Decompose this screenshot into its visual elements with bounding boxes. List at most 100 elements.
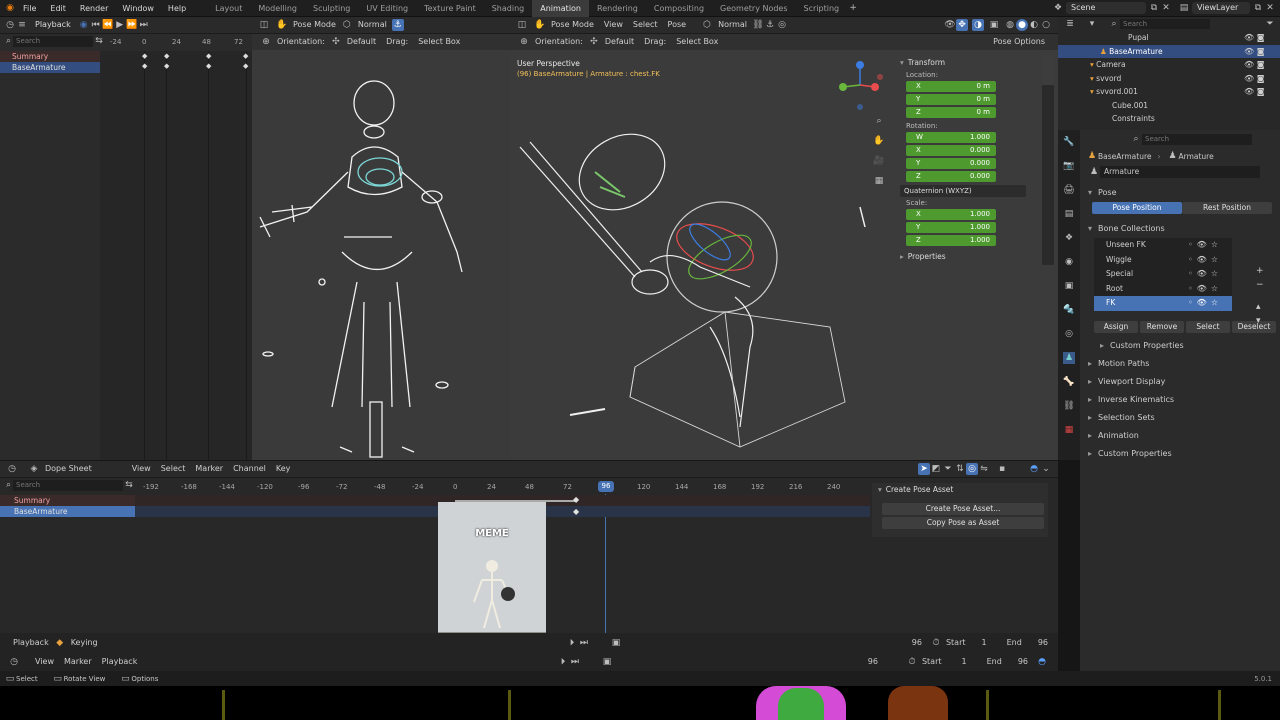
shading-selector[interactable]: Normal (353, 17, 392, 33)
current-frame-field[interactable]: 96 (882, 638, 922, 647)
sync-icon[interactable]: ▣ (610, 637, 622, 649)
play-icon[interactable]: ⏵ (566, 637, 578, 649)
scale-z[interactable]: Z 1.000 (906, 235, 996, 246)
keyframe-diamond[interactable]: ◆ (164, 62, 169, 70)
menu-toggle-icon[interactable]: ≡ (16, 19, 28, 31)
keyframe-diamond[interactable]: ◆ (573, 495, 579, 504)
ds-menu-channel[interactable]: Channel (228, 461, 271, 477)
collection-visibility-icons[interactable]: ◦👁☆ (1188, 267, 1222, 282)
outliner-row[interactable]: Cube.001 (1058, 99, 1280, 113)
collection-item-selected[interactable]: FK ◦👁☆ (1094, 296, 1232, 311)
start-field[interactable]: 1 (962, 657, 967, 666)
output-tab-icon[interactable]: 🖨 (1063, 184, 1075, 196)
bone-tab-icon[interactable]: 🦴 (1063, 376, 1075, 388)
keyframe-diamond[interactable]: ◆ (206, 52, 211, 60)
drag-select[interactable]: Select Box (413, 34, 465, 50)
custom-properties-subsection[interactable]: ▸ Custom Properties (1080, 337, 1280, 355)
create-pose-asset-button[interactable]: Create Pose Asset... (882, 503, 1044, 515)
motion-paths-section[interactable]: ▸ Motion Paths (1080, 355, 1280, 373)
tool-tab-icon[interactable]: 🔧 (1063, 136, 1075, 148)
tab-modelling[interactable]: Modelling (250, 0, 305, 17)
tab-animation[interactable]: Animation (532, 0, 590, 17)
ds-menu-marker[interactable]: Marker (190, 461, 228, 477)
eye-icon[interactable]: 👁 ◙ (1244, 72, 1264, 86)
snap-icon[interactable]: ⚓ (391, 19, 404, 31)
visibility-icon[interactable]: 👁 (944, 19, 956, 31)
tab-layout[interactable]: Layout (207, 0, 250, 17)
play-icon[interactable]: ▶ (114, 19, 126, 31)
editor-type-icon[interactable]: ◷ (8, 656, 20, 668)
collection-item[interactable]: Wiggle ◦👁☆ (1094, 253, 1232, 268)
start-field[interactable]: 1 (982, 638, 987, 647)
snap-icon[interactable]: ⚓ (764, 19, 776, 31)
prev-key-icon[interactable]: ⏪ (102, 19, 114, 31)
collection-visibility-icons[interactable]: ◦👁☆ (1188, 253, 1222, 268)
eye-icon[interactable]: 👁 ◙ (1244, 45, 1264, 59)
proportional-icon[interactable]: ◎ (966, 463, 978, 475)
ds-search-input[interactable]: Search (13, 479, 123, 491)
keyframe-diamond[interactable]: ◆ (142, 52, 147, 60)
menu-view[interactable]: View (599, 17, 628, 33)
stopwatch-icon[interactable]: ⏱ (906, 656, 918, 668)
stopwatch-icon[interactable]: ⏱ (930, 637, 942, 649)
properties-search-input[interactable]: Search (1142, 133, 1252, 145)
add-workspace-icon[interactable]: + (847, 2, 859, 14)
animation-section[interactable]: ▸ Animation (1080, 427, 1280, 445)
front-viewport[interactable]: ◫ ✋ Pose Mode ⬡ Normal ⚓ ⊕ Orientation: … (252, 17, 510, 460)
outliner-row[interactable]: Constraints (1058, 112, 1280, 126)
dope-sheet-mode[interactable]: Dope Sheet (40, 461, 97, 477)
copy-icon[interactable]: ⧉ (1148, 2, 1160, 14)
editor-type-icon[interactable]: ◷ (4, 19, 16, 31)
collection-item[interactable]: Unseen FK ◦👁☆ (1094, 238, 1232, 253)
jump-end-icon[interactable]: ⏭ (138, 19, 150, 31)
keyframe-diamond[interactable]: ◆ (142, 62, 147, 70)
channel-basearmature[interactable]: BaseArmature (0, 62, 100, 73)
link-icon[interactable]: ⛓ (752, 19, 764, 31)
channel-summary[interactable]: Summary (0, 51, 100, 62)
end-field[interactable]: 96 (1038, 638, 1048, 647)
tab-uv-editing[interactable]: UV Editing (358, 0, 416, 17)
rotation-y[interactable]: Y 0.000 (906, 158, 996, 169)
view-layer-tab-icon[interactable]: ▤ (1063, 208, 1075, 220)
rest-position-button[interactable]: Rest Position (1182, 202, 1272, 214)
navigation-gizmo[interactable] (835, 57, 885, 113)
breadcrumb-data[interactable]: Armature (1178, 152, 1213, 161)
location-y[interactable]: Y0 m (906, 94, 996, 105)
physics-tab-icon[interactable]: ◎ (1063, 328, 1075, 340)
ds-channel-summary[interactable]: Summary (0, 495, 135, 506)
filter-icon[interactable]: ⏷ (942, 463, 954, 475)
editor-type-icon[interactable]: ◷ (6, 463, 18, 475)
ds-channel-basearmature[interactable]: BaseArmature (0, 506, 135, 517)
solid-shading-icon[interactable]: ● (1016, 19, 1028, 31)
rotation-w[interactable]: W 1.000 (906, 132, 996, 143)
blender-logo-icon[interactable]: ◉ (4, 2, 16, 14)
drag-select[interactable]: Select Box (671, 34, 723, 50)
menu-pose[interactable]: Pose (663, 17, 692, 33)
proportional-icon[interactable]: ◎ (776, 19, 788, 31)
keyframe-diamond[interactable]: ◆ (573, 507, 579, 516)
next-key-icon[interactable]: ⏩ (126, 19, 138, 31)
tab-geometry-nodes[interactable]: Geometry Nodes (712, 0, 795, 17)
keyframe-diamond[interactable]: ◆ (243, 62, 248, 70)
custom-properties-section[interactable]: ▸ Custom Properties (1080, 445, 1280, 463)
display-mode-icon[interactable]: ▾ (1086, 18, 1098, 30)
current-frame-field[interactable]: 96 (838, 657, 878, 666)
menu-help[interactable]: Help (161, 0, 193, 17)
timeline-playback-menu[interactable]: Playback (8, 635, 54, 651)
pose-position-button[interactable]: Pose Position (1092, 202, 1182, 214)
assign-button[interactable]: Assign (1094, 320, 1138, 333)
properties-subpanel[interactable]: ▸ Properties (900, 252, 1040, 261)
play-icon[interactable]: ⏵ (557, 656, 569, 668)
wireframe-shading-icon[interactable]: ◍ (1004, 19, 1016, 31)
eye-icon[interactable]: 👁 ◙ (1244, 85, 1264, 99)
pose-options-button[interactable]: Pose Options (988, 34, 1050, 50)
rotation-z[interactable]: Z 0.000 (906, 171, 996, 182)
scale-y[interactable]: Y 1.000 (906, 222, 996, 233)
tab-tool[interactable] (1042, 87, 1054, 117)
selection-sets-section[interactable]: ▸ Selection Sets (1080, 409, 1280, 427)
auto-snap-icon[interactable]: ⇋ (978, 463, 990, 475)
pose-section-header[interactable]: ▾ Pose (1080, 184, 1280, 202)
jump-end-icon[interactable]: ⏭ (578, 637, 590, 649)
viewport-display-section[interactable]: ▸ Viewport Display (1080, 373, 1280, 391)
transform-header[interactable]: ▾ Transform (900, 55, 1040, 69)
